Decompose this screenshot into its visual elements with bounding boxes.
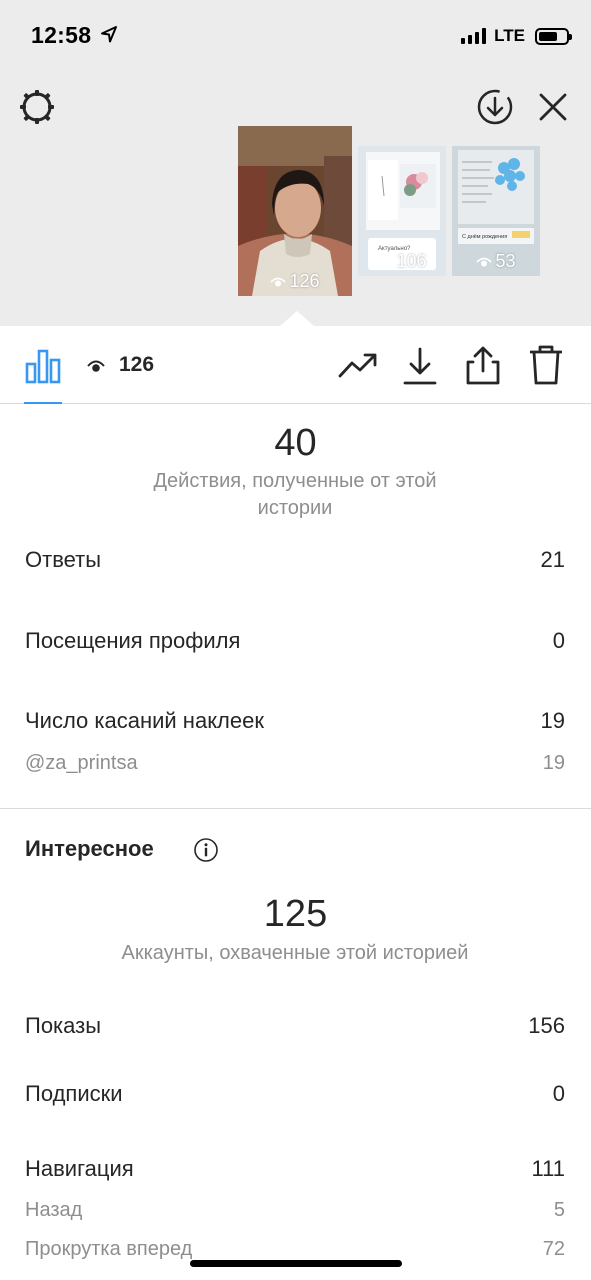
eye-icon xyxy=(377,257,394,266)
eye-icon xyxy=(87,360,105,372)
interactions-caption: Действия, полученные от этой истории xyxy=(153,470,437,519)
section-divider xyxy=(0,808,591,809)
story-preview-area: 12:58 LTE 126 Актуально? 106 С днём рожд… xyxy=(0,0,591,327)
trend-up-icon[interactable] xyxy=(337,349,379,381)
signal-icon xyxy=(461,28,487,44)
impressions-value: 156 xyxy=(528,1013,565,1038)
location-arrow-icon xyxy=(101,26,117,43)
network-label: LTE xyxy=(494,26,525,45)
story-views-overlay: 53 xyxy=(452,251,540,272)
forward-value: 72 xyxy=(542,1238,565,1260)
back-label: Назад xyxy=(25,1199,83,1221)
settings-gear-icon[interactable] xyxy=(17,87,57,127)
sticker-taps-label: Число касаний наклеек xyxy=(25,708,264,733)
impressions-label: Показы xyxy=(25,1013,102,1038)
story-views-count: 106 xyxy=(396,251,427,271)
save-story-icon[interactable] xyxy=(475,87,515,127)
sticker-mention-value: 19 xyxy=(542,752,565,774)
interactions-total: 40 xyxy=(274,422,317,464)
bar-chart-icon[interactable] xyxy=(24,348,62,384)
info-icon[interactable] xyxy=(193,837,219,863)
delete-icon[interactable] xyxy=(528,344,564,386)
forward-label: Прокрутка вперед xyxy=(25,1238,193,1260)
follows-label: Подписки xyxy=(25,1081,123,1106)
close-icon[interactable] xyxy=(536,90,570,124)
sticker-mention-label[interactable]: @za_printsa xyxy=(25,752,138,775)
story-views-count: 53 xyxy=(495,251,516,271)
share-icon[interactable] xyxy=(465,344,501,386)
story-thumbnail[interactable]: Актуально? 106 xyxy=(358,146,446,276)
reach-caption: Аккаунты, охваченные этой историей xyxy=(121,942,469,964)
status-indicators: LTE xyxy=(461,26,572,46)
navigation-value: 111 xyxy=(531,1156,565,1181)
back-value: 5 xyxy=(553,1199,565,1221)
reach-total: 125 xyxy=(263,893,328,935)
follows-value: 0 xyxy=(552,1081,565,1106)
eye-icon xyxy=(476,257,493,266)
profile-visits-value: 0 xyxy=(552,628,565,653)
home-indicator[interactable] xyxy=(190,1260,402,1267)
battery-icon xyxy=(535,27,572,45)
insights-toolbar: 126 xyxy=(0,326,591,404)
navigation-label: Навигация xyxy=(25,1156,134,1181)
active-tab-indicator xyxy=(24,402,62,404)
story-views-overlay: 106 xyxy=(358,251,446,272)
discovery-title: Интересное xyxy=(25,836,154,861)
story-views-count: 126 xyxy=(289,271,320,291)
story-views-overlay: 126 xyxy=(238,271,352,292)
eye-icon xyxy=(270,277,287,286)
replies-value: 21 xyxy=(540,547,565,572)
views-count: 126 xyxy=(119,353,155,376)
story-thumbnail[interactable]: С днём рождения 53 xyxy=(452,146,540,276)
profile-visits-label: Посещения профиля xyxy=(25,628,241,653)
sticker-taps-value: 19 xyxy=(540,708,565,733)
download-icon[interactable] xyxy=(402,346,438,386)
replies-label: Ответы xyxy=(25,547,102,572)
story-card-text: С днём рождения xyxy=(462,234,507,240)
status-time: 12:58 xyxy=(31,22,92,48)
story-thumbnail-selected[interactable]: 126 xyxy=(238,126,352,296)
